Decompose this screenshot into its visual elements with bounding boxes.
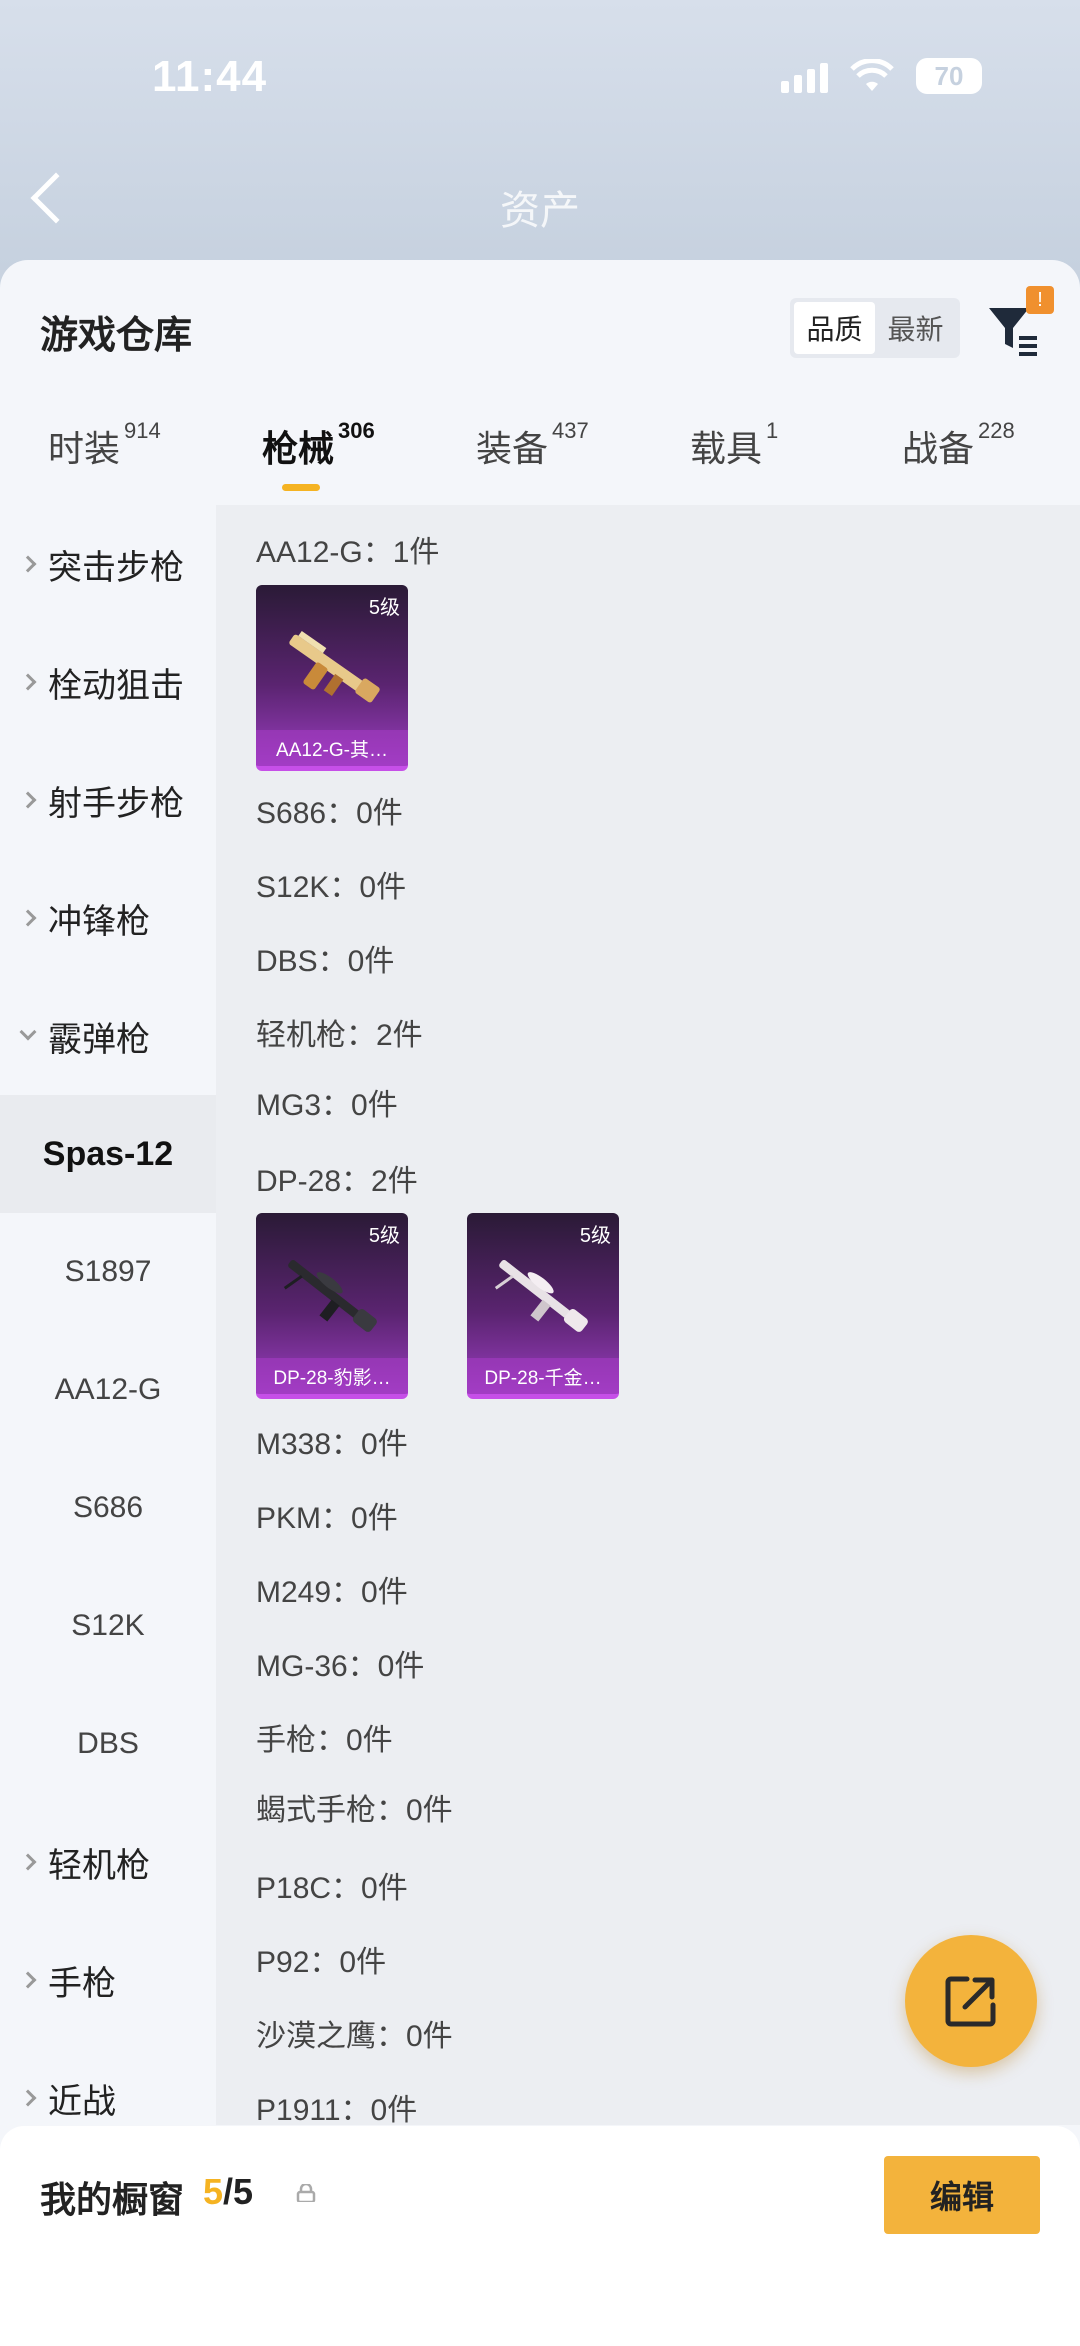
sidebar-item-lmg[interactable]: 轻机枪 (0, 1803, 216, 1921)
item-name: DP-28-豹影… (256, 1358, 408, 1394)
status-icons: 70 (781, 58, 982, 94)
background-title: 资产 (500, 189, 580, 233)
tab-supplies[interactable]: 战备 228 (902, 418, 1015, 472)
sidebar-item-assault-rifle[interactable]: 突击步枪 (0, 505, 216, 623)
sort-newest-button[interactable]: 最新 (875, 302, 956, 354)
list-item: S686：0件 (256, 797, 403, 830)
list-item: P18C：0件 (256, 1872, 408, 1905)
chevron-right-icon (19, 791, 37, 809)
list-item: M338：0件 (256, 1428, 408, 1461)
sort-quality-button[interactable]: 品质 (794, 302, 875, 354)
tab-fashion[interactable]: 时装 914 (48, 418, 161, 472)
list-item: 手枪：0件 (256, 1724, 393, 1757)
list-item: PKM：0件 (256, 1502, 398, 1535)
chevron-right-icon (19, 1971, 37, 1989)
status-time: 11:44 (152, 52, 268, 101)
sidebar-sub-aa12g[interactable]: AA12-G (0, 1331, 216, 1449)
sidebar-sub-s12k[interactable]: S12K (0, 1567, 216, 1685)
list-item: S12K：0件 (256, 871, 407, 904)
item-card[interactable]: 5级 AA12-G-其… (256, 585, 408, 771)
sidebar-item-smg[interactable]: 冲锋枪 (0, 859, 216, 977)
list-item: MG3：0件 (256, 1089, 398, 1122)
list-item: 沙漠之鹰：0件 (256, 2020, 453, 2053)
sidebar-item-pistol[interactable]: 手枪 (0, 1921, 216, 2039)
showcase-bar: 我的橱窗 5/5 编辑 (0, 2126, 1080, 2346)
item-card[interactable]: 5级 DP-28-千金… (467, 1213, 619, 1399)
list-item: 轻机枪：2件 (256, 1019, 423, 1052)
lock-icon (296, 2184, 316, 2202)
filter-badge: ! (1026, 286, 1054, 314)
list-item: MG-36：0件 (256, 1650, 425, 1683)
edit-button[interactable]: 编辑 (884, 2156, 1040, 2234)
sidebar-item-bolt-sniper[interactable]: 栓动狙击 (0, 623, 216, 741)
wifi-icon (850, 59, 894, 91)
battery-indicator: 70 (916, 58, 982, 94)
item-card[interactable]: 5级 DP-28-豹影… (256, 1213, 408, 1399)
chevron-down-icon (19, 1023, 37, 1041)
sidebar-sub-spas12[interactable]: Spas-12 (0, 1095, 216, 1213)
showcase-count: 5/5 (203, 2171, 254, 2212)
weapon-list: AA12-G：1件 5级 AA12-G-其… S686：0件 S12K：0件 D… (216, 505, 1080, 2127)
chevron-right-icon (19, 555, 37, 573)
list-item: DP-28：2件 (256, 1165, 418, 1198)
sidebar-sub-s686[interactable]: S686 (0, 1449, 216, 1567)
item-name: DP-28-千金… (467, 1358, 619, 1394)
list-item: P92：0件 (256, 1946, 387, 1979)
sheet-title: 游戏仓库 (40, 315, 193, 357)
machine-gun-icon (283, 1260, 377, 1332)
sidebar-item-shotgun[interactable]: 霰弹枪 (0, 977, 216, 1095)
share-button[interactable] (905, 1935, 1037, 2067)
showcase-label: 我的橱窗 (40, 2179, 185, 2220)
share-icon (945, 1976, 996, 2027)
list-item: DBS：0件 (256, 945, 395, 978)
tab-vehicles[interactable]: 载具 1 (690, 418, 778, 472)
chevron-right-icon (19, 1853, 37, 1871)
item-name: AA12-G-其… (256, 730, 408, 766)
sidebar-sub-dbs[interactable]: DBS (0, 1685, 216, 1803)
category-tabs: 时装 914 枪械 306 装备 437 载具 1 战备 228 (0, 418, 1080, 500)
list-item: 蝎式手枪：0件 (256, 1794, 453, 1827)
shotgun-icon (289, 630, 380, 703)
sort-toggle: 品质 最新 (790, 298, 960, 358)
chevron-right-icon (19, 2089, 37, 2107)
chevron-right-icon (19, 909, 37, 927)
sidebar-sub-s1897[interactable]: S1897 (0, 1213, 216, 1331)
chevron-right-icon (19, 673, 37, 691)
tab-equipment[interactable]: 装备 437 (476, 418, 589, 472)
list-item: M249：0件 (256, 1576, 408, 1609)
signal-icon (781, 59, 828, 93)
tab-guns[interactable]: 枪械 306 (262, 418, 375, 491)
machine-gun-icon (494, 1260, 588, 1332)
sidebar-item-marksman-rifle[interactable]: 射手步枪 (0, 741, 216, 859)
list-item: P1911：0件 (256, 2094, 418, 2127)
category-sidebar: 突击步枪 栓动狙击 射手步枪 冲锋枪 霰弹枪 Spas-12 S1897 AA1… (0, 505, 216, 2125)
list-item: AA12-G：1件 (256, 536, 440, 569)
